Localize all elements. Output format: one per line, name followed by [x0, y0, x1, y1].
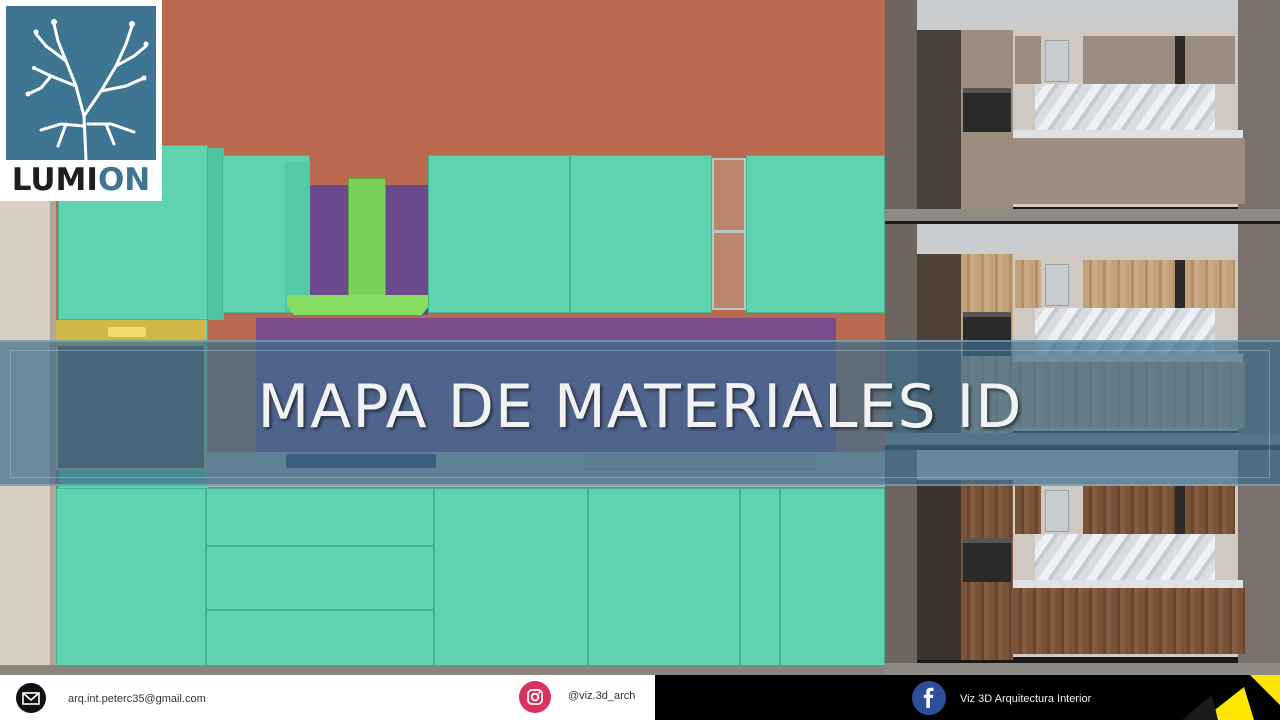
upper-cabinet-3	[746, 155, 885, 313]
mail-icon	[16, 683, 46, 713]
base-cabinet-3	[588, 488, 740, 668]
instagram-icon	[519, 681, 551, 713]
banner-title: MAPA DE MATERIALES ID	[257, 372, 1023, 442]
facebook-page: Viz 3D Arquitectura Interior	[960, 693, 1092, 705]
logo-wordmark-main: LUMI	[11, 162, 98, 198]
range-hood	[1045, 40, 1069, 82]
facebook-icon	[912, 681, 946, 715]
floor	[0, 665, 885, 675]
oven-display	[108, 327, 146, 337]
corner-accent-graphic	[1172, 675, 1280, 720]
instagram-handle: @viz.3d_arch	[568, 690, 636, 702]
range-hood	[1045, 490, 1069, 532]
tree-icon	[6, 6, 156, 162]
base-cabinet-4	[740, 488, 780, 668]
range-hood-chimney	[348, 178, 386, 300]
marble-backsplash	[1035, 534, 1215, 582]
title-banner: MAPA DE MATERIALES ID	[0, 340, 1280, 486]
range-hood-canopy	[287, 295, 429, 315]
base-cabinet-5	[780, 488, 885, 668]
range-hood	[1045, 264, 1069, 306]
lumion-logo: LUMION	[0, 0, 162, 201]
email-address: arq.int.peterc35@gmail.com	[68, 693, 206, 705]
marble-backsplash	[1035, 84, 1215, 132]
glass-shelf-unit	[712, 158, 746, 310]
render-variants	[885, 0, 1280, 675]
contact-footer: arq.int.peterc35@gmail.com @viz.3d_arch …	[0, 675, 1280, 720]
upper-cabinet-side	[285, 162, 310, 312]
base-cabinet-oven	[56, 488, 206, 668]
upper-cabinet-1	[428, 155, 570, 313]
render-variant-gray	[885, 0, 1280, 221]
drawer-3	[206, 610, 434, 668]
logo-wordmark-accent: ON	[97, 162, 151, 198]
base-cabinet-2	[434, 488, 588, 668]
oven	[963, 538, 1011, 582]
logo-wordmark: LUMION	[6, 162, 156, 198]
oven	[963, 88, 1011, 132]
drawer-1	[206, 488, 434, 546]
upper-cabinet-2	[570, 155, 712, 313]
video-thumbnail: MAPA DE MATERIALES ID LUMION	[0, 0, 1280, 675]
drawer-2	[206, 546, 434, 610]
